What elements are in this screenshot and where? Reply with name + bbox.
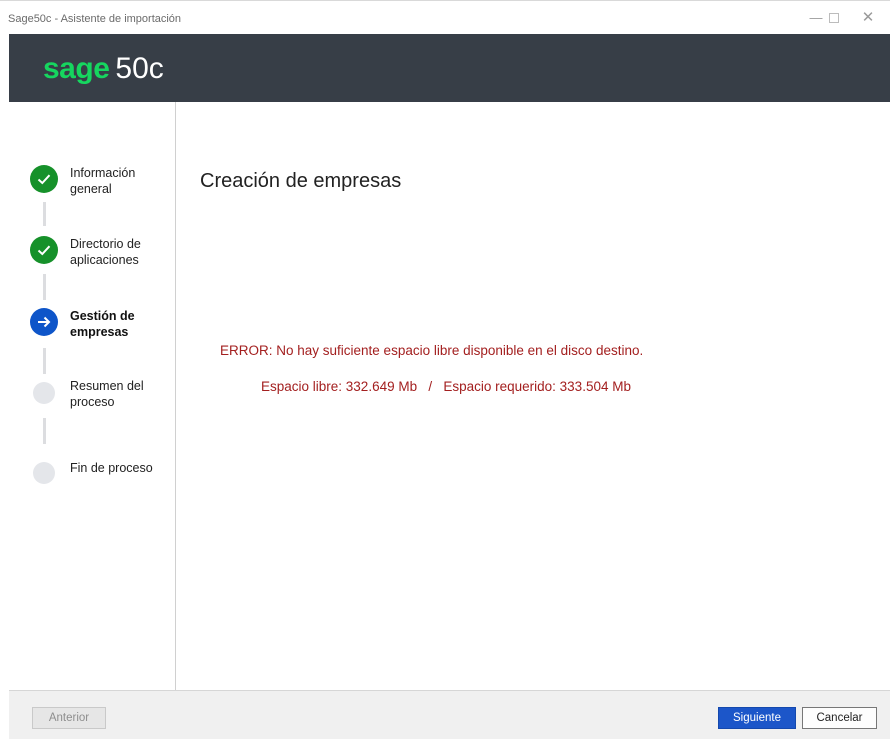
step-label: Información general xyxy=(70,166,136,196)
wizard-steps-sidebar: Información general Directorio de aplica… xyxy=(9,102,176,690)
maximize-button[interactable] xyxy=(826,10,842,26)
step-connector xyxy=(43,348,46,374)
step-gestion-empresas: Gestión de empresas xyxy=(30,308,175,348)
step-label: Gestión de empresas xyxy=(70,309,135,339)
disk-space-info: Espacio libre: 332.649 Mb / Espacio requ… xyxy=(261,379,631,394)
step-connector xyxy=(43,274,46,300)
app-header: sage 50c xyxy=(9,34,890,102)
close-icon: ✕ xyxy=(861,9,875,26)
step-resumen-proceso: Resumen del proceso xyxy=(30,378,175,418)
maximize-icon xyxy=(829,13,839,23)
page-title: Creación de empresas xyxy=(200,170,402,192)
error-message: ERROR: No hay suficiente espacio libre d… xyxy=(220,343,644,358)
title-bar: Sage50c - Asistente de importación — ✕ xyxy=(0,0,890,35)
cancel-button[interactable]: Cancelar xyxy=(802,707,877,729)
sage-logo: sage 50c xyxy=(43,51,164,87)
step-label: Resumen del proceso xyxy=(70,379,144,409)
logo-brand: sage xyxy=(43,52,110,85)
previous-button[interactable]: Anterior xyxy=(32,707,106,729)
step-connector xyxy=(43,202,46,226)
arrow-right-icon xyxy=(30,308,58,336)
minimize-icon: — xyxy=(809,10,823,25)
minimize-button[interactable]: — xyxy=(808,10,824,26)
window-title: Sage50c - Asistente de importación xyxy=(8,13,182,25)
dot-icon xyxy=(33,462,55,484)
wizard-footer: Anterior Siguiente Cancelar xyxy=(9,690,890,739)
close-button[interactable]: ✕ xyxy=(860,10,876,26)
main-content: Creación de empresas ERROR: No hay sufic… xyxy=(176,102,890,690)
step-informacion-general: Información general xyxy=(30,165,175,205)
step-connector xyxy=(43,418,46,444)
logo-version: 50c xyxy=(115,52,164,85)
step-directorio-aplicaciones: Directorio de aplicaciones xyxy=(30,236,175,276)
check-icon xyxy=(30,165,58,193)
step-label: Directorio de aplicaciones xyxy=(70,237,141,267)
dot-icon xyxy=(33,382,55,404)
next-button[interactable]: Siguiente xyxy=(718,707,796,729)
check-icon xyxy=(30,236,58,264)
step-fin-proceso: Fin de proceso xyxy=(30,458,175,498)
step-label: Fin de proceso xyxy=(70,461,153,475)
